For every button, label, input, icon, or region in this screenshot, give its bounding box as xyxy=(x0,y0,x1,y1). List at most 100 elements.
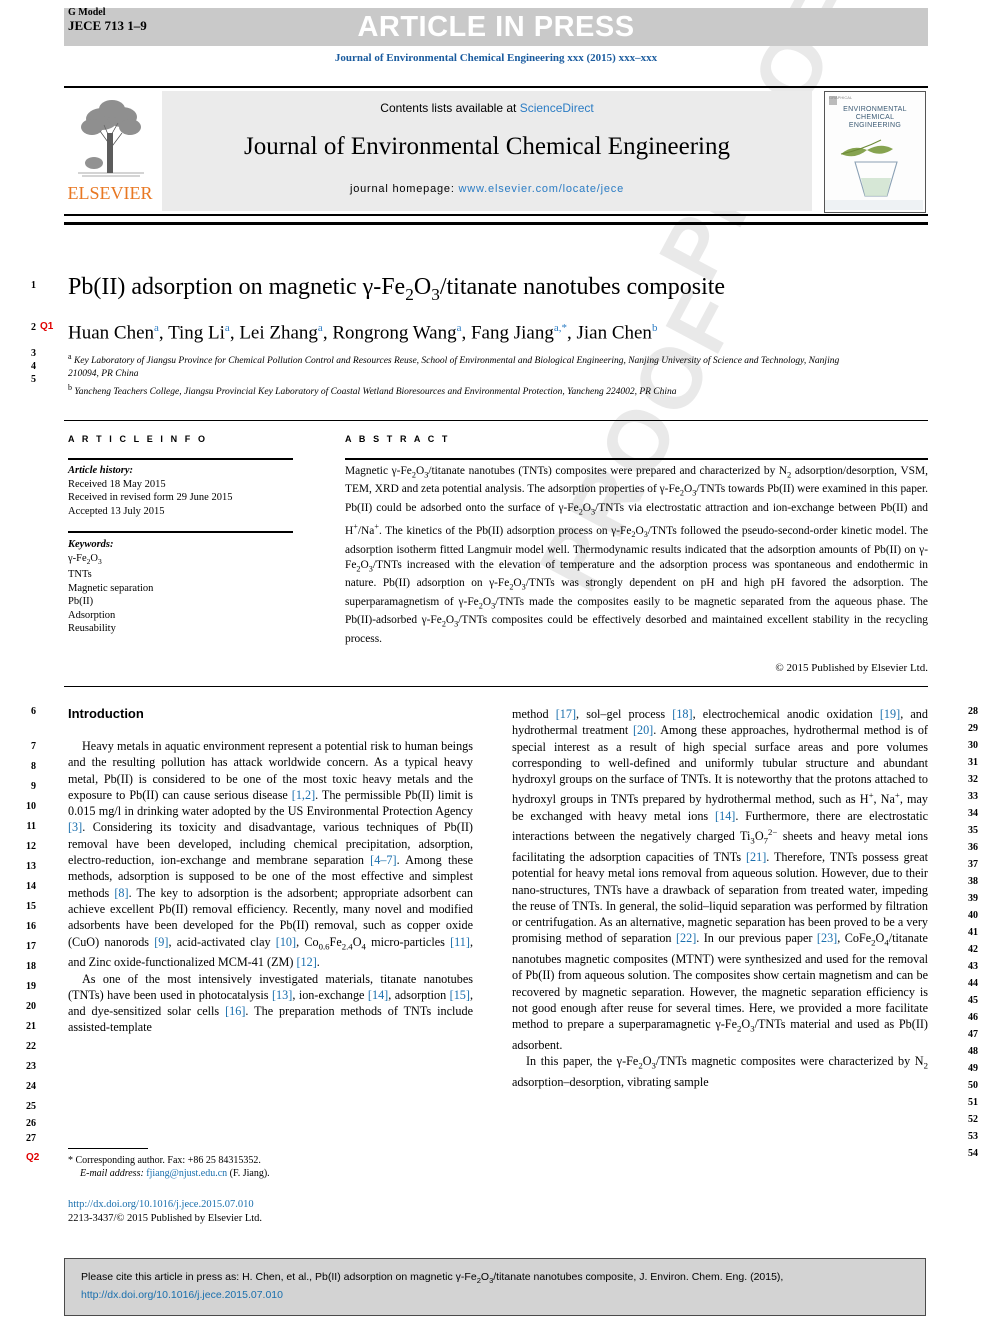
line-number: 18 xyxy=(26,961,36,972)
line-number: 10 xyxy=(26,801,36,812)
keywords-label: Keywords: xyxy=(68,539,114,550)
line-number: 19 xyxy=(26,981,36,992)
line-number: 29 xyxy=(968,723,978,734)
elsevier-wordmark: ELSEVIER xyxy=(67,183,153,203)
author-list: Huan Chena, Ting Lia, Lei Zhanga, Rongro… xyxy=(68,322,658,344)
cover-title-text: ENVIRONMENTAL CHEMICAL ENGINEERING xyxy=(825,106,925,130)
line-number: 44 xyxy=(968,978,978,989)
line-number: 23 xyxy=(26,1061,36,1072)
line-number: 39 xyxy=(968,893,978,904)
line-number: 36 xyxy=(968,842,978,853)
journal-citation-line: Journal of Environmental Chemical Engine… xyxy=(334,52,658,64)
intro-left-column: Heavy metals in aquatic environment repr… xyxy=(68,739,474,1035)
info-top-rule xyxy=(64,420,928,421)
abstract-copyright: © 2015 Published by Elsevier Ltd. xyxy=(775,662,928,674)
line-number: 14 xyxy=(26,881,36,892)
email-line: E-mail address: fjiang@njust.edu.cn (F. … xyxy=(68,1167,468,1180)
line-number: 11 xyxy=(26,821,36,832)
email-link[interactable]: fjiang@njust.edu.cn xyxy=(146,1168,227,1179)
history-accepted: Accepted 13 July 2015 xyxy=(68,505,165,517)
corresponding-author-line: * Corresponding author. Fax: +86 25 8431… xyxy=(68,1155,261,1166)
line-number: 32 xyxy=(968,774,978,785)
line-number: 26 xyxy=(26,1118,36,1129)
cover-title-line3: ENGINEERING xyxy=(848,122,902,129)
line-number: 20 xyxy=(26,1001,36,1012)
footnote-rule xyxy=(68,1148,148,1150)
history-revised: Received in revised form 29 June 2015 xyxy=(68,492,233,503)
line-number: 13 xyxy=(26,861,36,872)
line-number: 42 xyxy=(968,944,978,955)
page-title: Pb(II) adsorption on magnetic γ-Fe2O3/ti… xyxy=(68,274,726,304)
keywords-block: Keywords: γ-Fe2O3 TNTs Magnetic separati… xyxy=(68,538,308,636)
article-history-block: Article history: Received 18 May 2015 Re… xyxy=(68,464,308,518)
line-number: 17 xyxy=(26,941,36,952)
line-number: 45 xyxy=(968,995,978,1006)
masthead-center: Contents lists available at ScienceDirec… xyxy=(162,91,812,211)
line-number: 40 xyxy=(968,910,978,921)
line-number: 50 xyxy=(968,1080,978,1091)
affiliation-b: b Yancheng Teachers College, Jiangsu Pro… xyxy=(68,383,677,398)
query-tag-q2[interactable]: Q2 xyxy=(26,1152,39,1163)
corresponding-author-footnote: * Corresponding author. Fax: +86 25 8431… xyxy=(68,1154,468,1180)
line-number: 4 xyxy=(31,361,36,372)
line-number: 43 xyxy=(968,961,978,972)
article-in-press-bar: ARTICLE IN PRESS xyxy=(64,8,928,46)
elsevier-tree-svg xyxy=(72,93,150,181)
email-label: E-mail address: xyxy=(80,1168,144,1179)
contents-lists-line: Contents lists available at ScienceDirec… xyxy=(162,101,812,115)
line-number: 5 xyxy=(31,374,36,385)
line-number: 7 xyxy=(31,741,36,752)
line-number: 15 xyxy=(26,901,36,912)
line-number: 33 xyxy=(968,791,978,802)
keyword-item: TNTs xyxy=(68,569,92,581)
affiliation-a: a Key Laboratory of Jiangsu Province for… xyxy=(68,352,840,380)
doi-link[interactable]: http://dx.doi.org/10.1016/j.jece.2015.07… xyxy=(68,1198,468,1212)
line-number: 34 xyxy=(968,808,978,819)
cite-text: Please cite this article in press as: H.… xyxy=(81,1270,911,1303)
homepage-url-link[interactable]: www.elsevier.com/locate/jece xyxy=(459,183,624,195)
abstract-body: Magnetic γ-Fe2O3/titanate nanotubes (TNT… xyxy=(345,465,928,645)
masthead-bottom-rule xyxy=(64,222,928,225)
cite-doi-link[interactable]: http://dx.doi.org/10.1016/j.jece.2015.07… xyxy=(81,1289,283,1301)
line-number: 8 xyxy=(31,761,36,772)
line-number: 52 xyxy=(968,1114,978,1125)
line-number: 16 xyxy=(26,921,36,932)
line-number: 22 xyxy=(26,1041,36,1052)
keyword-item: γ-Fe2O3 xyxy=(68,552,102,566)
abstract-bottom-rule xyxy=(64,686,928,687)
elsevier-logo: ELSEVIER xyxy=(66,91,154,211)
query-tag-q1[interactable]: Q1 xyxy=(40,321,53,332)
abstract-heading: A B S T R A C T xyxy=(345,434,450,444)
email-owner: (F. Jiang). xyxy=(229,1168,270,1179)
journal-homepage-line: journal homepage: www.elsevier.com/locat… xyxy=(162,183,812,195)
line-number: 46 xyxy=(968,1012,978,1023)
line-number: 49 xyxy=(968,1063,978,1074)
article-in-press-label: ARTICLE IN PRESS xyxy=(357,11,635,43)
intro-right-column: method [17], sol–gel process [18], elect… xyxy=(512,707,928,1090)
sciencedirect-link[interactable]: ScienceDirect xyxy=(520,101,594,115)
line-number: 1 xyxy=(31,280,36,291)
cover-title-line1: ENVIRONMENTAL xyxy=(843,106,907,113)
line-number: 37 xyxy=(968,859,978,870)
line-number: 30 xyxy=(968,740,978,751)
homepage-label: journal homepage: xyxy=(349,183,459,195)
line-number: 27 xyxy=(26,1133,36,1144)
journal-cover-thumbnail: GRAPHICAL ENVIRONMENTAL CHEMICAL ENGINEE… xyxy=(824,91,926,213)
line-number: 9 xyxy=(31,781,36,792)
line-number: 47 xyxy=(968,1029,978,1040)
line-number: 31 xyxy=(968,757,978,768)
line-number: 6 xyxy=(31,706,36,717)
line-number: 21 xyxy=(26,1021,36,1032)
cover-micro-label: GRAPHICAL xyxy=(829,95,853,100)
article-info-heading: A R T I C L E I N F O xyxy=(68,434,208,444)
contents-lists-prefix: Contents lists available at xyxy=(380,101,520,115)
keyword-item: Reusability xyxy=(68,623,116,635)
history-received: Received 18 May 2015 xyxy=(68,478,166,490)
cite-sentence: Please cite this article in press as: H.… xyxy=(81,1271,784,1286)
keyword-item: Adsorption xyxy=(68,609,116,621)
issn-copyright-line: 2213-3437/© 2015 Published by Elsevier L… xyxy=(68,1213,263,1224)
line-number: 35 xyxy=(968,825,978,836)
info-rule-lower xyxy=(68,531,293,533)
line-number: 38 xyxy=(968,876,978,887)
line-number: 28 xyxy=(968,706,978,717)
